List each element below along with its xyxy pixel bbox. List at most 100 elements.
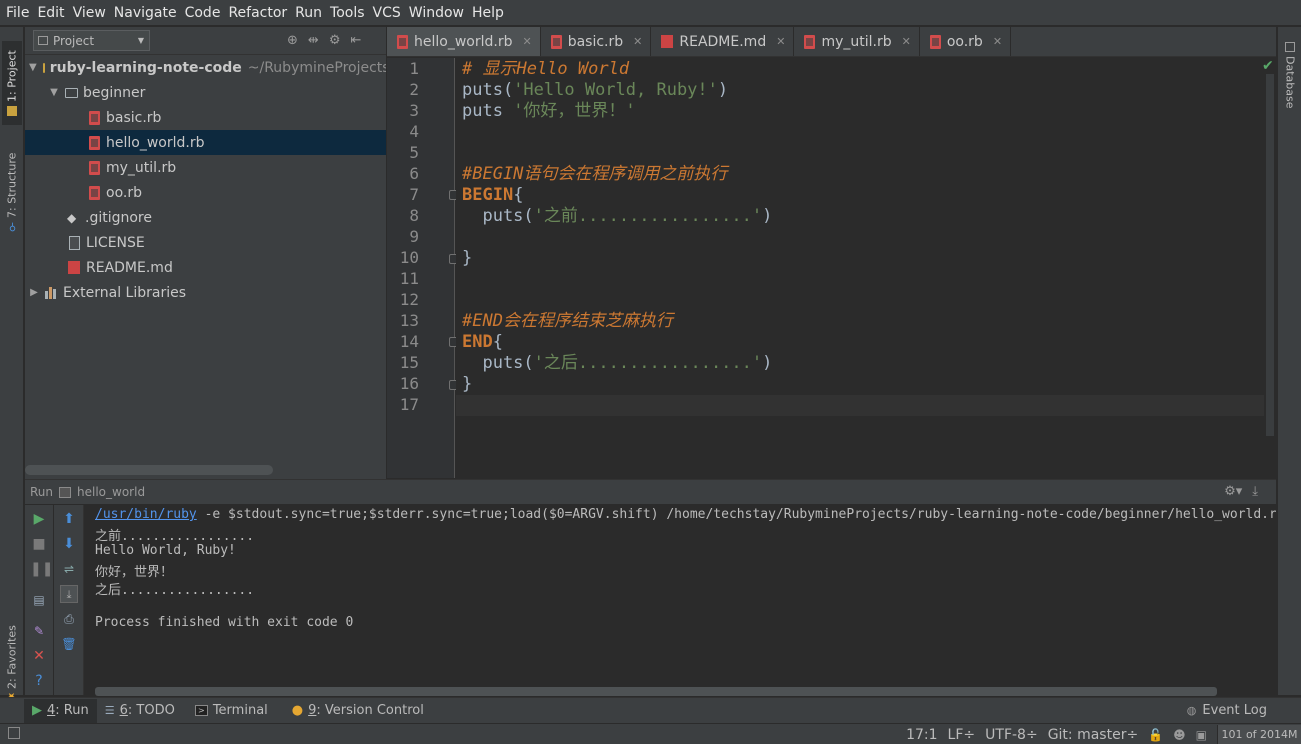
- folder-icon: [65, 87, 78, 98]
- markdown-file-icon: [68, 261, 80, 274]
- menu-help[interactable]: Help: [468, 5, 508, 21]
- menu-tools[interactable]: Tools: [326, 5, 369, 21]
- tree-file-license[interactable]: LICENSE: [25, 230, 386, 255]
- run-config-name[interactable]: hello_world: [77, 485, 145, 499]
- memory-indicator[interactable]: 101 of 2014M: [1217, 725, 1301, 744]
- help-icon[interactable]: ?: [30, 672, 48, 690]
- tab-my-util[interactable]: my_util.rb ✕: [794, 27, 920, 56]
- code-editor[interactable]: # 显示Hello World puts('Hello World, Ruby!…: [456, 58, 1276, 478]
- project-view-label: Project: [53, 33, 95, 48]
- git-branch[interactable]: Git: master÷: [1048, 727, 1139, 743]
- menu-view[interactable]: View: [69, 5, 110, 21]
- collapse-icon[interactable]: ⇹: [308, 33, 319, 48]
- tool-todo[interactable]: ☰ 6: TODO: [97, 699, 183, 723]
- expand-arrow-icon[interactable]: ▼: [29, 62, 37, 73]
- close-icon[interactable]: ✕: [522, 35, 531, 48]
- tool-event-log[interactable]: ◍ Event Log: [1187, 703, 1267, 718]
- lock-icon[interactable]: 🔓: [1148, 728, 1163, 742]
- menu-vcs[interactable]: VCS: [369, 5, 405, 21]
- tool-windows-toggle-icon[interactable]: [8, 727, 20, 739]
- run-config-icon: [59, 486, 72, 498]
- hide-icon[interactable]: ⇤: [350, 33, 361, 48]
- tab-database-tool[interactable]: Database: [1280, 33, 1300, 117]
- scroll-to-end-icon[interactable]: ⤓: [60, 585, 78, 603]
- inspection-ok-icon[interactable]: ✔: [1262, 58, 1274, 74]
- line-separator[interactable]: LF÷: [948, 727, 976, 743]
- ruby-file-icon: [89, 160, 100, 175]
- line-number: 7: [409, 185, 419, 204]
- menu-file[interactable]: File: [2, 5, 33, 21]
- tool-run[interactable]: ▶ 4: Run: [24, 698, 97, 723]
- gear-icon[interactable]: ⚙▾: [1224, 484, 1242, 499]
- file-label: hello_world.rb: [106, 134, 205, 151]
- tree-file-basic[interactable]: basic.rb: [25, 105, 386, 130]
- run-console[interactable]: /usr/bin/ruby -e $stdout.sync=true;$stde…: [85, 505, 1276, 687]
- tab-project-tool[interactable]: 1: Project: [2, 41, 22, 125]
- menu-refactor[interactable]: Refactor: [224, 5, 291, 21]
- line-number: 2: [409, 80, 419, 99]
- file-label: my_util.rb: [106, 159, 177, 176]
- tree-file-my-util[interactable]: my_util.rb: [25, 155, 386, 180]
- editor-vertical-scrollbar[interactable]: [1266, 74, 1274, 436]
- tool-version-control[interactable]: ● 9: Version Control: [284, 699, 432, 723]
- stop-icon[interactable]: ■: [30, 535, 48, 553]
- inspector-icon[interactable]: ☻: [1173, 728, 1186, 742]
- keyword: END: [462, 332, 493, 352]
- caret-position[interactable]: 17:1: [906, 727, 937, 743]
- line-number: 8: [409, 206, 419, 225]
- console-horizontal-scrollbar[interactable]: [95, 687, 1217, 696]
- tab-oo[interactable]: oo.rb ✕: [920, 27, 1012, 56]
- expand-arrow-icon[interactable]: ▶: [29, 287, 39, 298]
- locate-icon[interactable]: ⊕: [287, 33, 298, 48]
- menu-edit[interactable]: Edit: [33, 5, 68, 21]
- code-line-13: #END会在程序结束芝麻执行: [462, 311, 673, 332]
- project-view-selector[interactable]: Project ▼: [33, 30, 150, 51]
- tab-basic[interactable]: basic.rb ✕: [541, 27, 652, 56]
- tree-file-oo[interactable]: oo.rb: [25, 180, 386, 205]
- pin-icon[interactable]: ✎: [30, 622, 48, 640]
- menu-code[interactable]: Code: [181, 5, 225, 21]
- menu-window[interactable]: Window: [405, 5, 468, 21]
- expand-arrow-icon[interactable]: ▼: [49, 87, 59, 98]
- notifications-icon[interactable]: ▣: [1196, 728, 1207, 742]
- close-icon[interactable]: ✕: [30, 647, 48, 665]
- print-icon[interactable]: ⎙: [60, 610, 78, 628]
- trash-icon[interactable]: 🗑: [60, 635, 78, 653]
- tree-root[interactable]: ▼ ruby-learning-note-code ~/RubymineProj…: [25, 55, 386, 80]
- file-encoding[interactable]: UTF-8÷: [985, 727, 1038, 743]
- tree-file-readme[interactable]: README.md: [25, 255, 386, 280]
- menu-run[interactable]: Run: [291, 5, 326, 21]
- tool-todo-label: : TODO: [127, 703, 175, 718]
- tree-file-hello-world[interactable]: hello_world.rb: [25, 130, 386, 155]
- arrow-up-icon[interactable]: ⬆: [60, 510, 78, 528]
- run-panel-header: Run hello_world ⚙▾ ⤓: [25, 479, 1276, 504]
- tab-readme[interactable]: README.md ✕: [651, 27, 795, 56]
- file-label: oo.rb: [106, 184, 142, 201]
- editor-gutter[interactable]: 1 2 3 4 5 6 7 8 9 10 11 12 13 14 15 16 1…: [387, 58, 459, 478]
- file-label: External Libraries: [63, 284, 186, 301]
- project-horizontal-scrollbar[interactable]: [25, 465, 273, 475]
- close-icon[interactable]: ✕: [776, 35, 785, 48]
- rerun-icon[interactable]: ▶: [30, 510, 48, 528]
- tab-hello-world[interactable]: hello_world.rb ✕: [387, 27, 541, 56]
- gear-icon[interactable]: ⚙: [329, 33, 341, 48]
- tree-folder-beginner[interactable]: ▼ beginner: [25, 80, 386, 105]
- menu-navigate[interactable]: Navigate: [110, 5, 181, 21]
- tree-file-gitignore[interactable]: ◆ .gitignore: [25, 205, 386, 230]
- tool-terminal[interactable]: > Terminal: [187, 699, 276, 723]
- code-line-10: }: [462, 248, 472, 269]
- command-link[interactable]: /usr/bin/ruby: [95, 507, 197, 522]
- line-number: 14: [399, 332, 419, 351]
- run-header-actions: ⚙▾ ⤓: [1224, 484, 1258, 499]
- arrow-down-icon[interactable]: ⬇: [60, 535, 78, 553]
- close-icon[interactable]: ✕: [993, 35, 1002, 48]
- ruby-file-icon: [397, 34, 408, 49]
- dump-threads-icon[interactable]: ▤: [30, 591, 48, 609]
- hide-panel-icon[interactable]: ⤓: [1252, 484, 1258, 499]
- tree-external-libraries[interactable]: ▶ External Libraries: [25, 280, 386, 305]
- close-icon[interactable]: ✕: [633, 35, 642, 48]
- pause-icon[interactable]: ❚❚: [30, 560, 53, 578]
- soft-wrap-icon[interactable]: ⇌: [60, 560, 78, 578]
- close-icon[interactable]: ✕: [902, 35, 911, 48]
- tab-structure-tool[interactable]: ⚲ 7: Structure: [2, 137, 22, 247]
